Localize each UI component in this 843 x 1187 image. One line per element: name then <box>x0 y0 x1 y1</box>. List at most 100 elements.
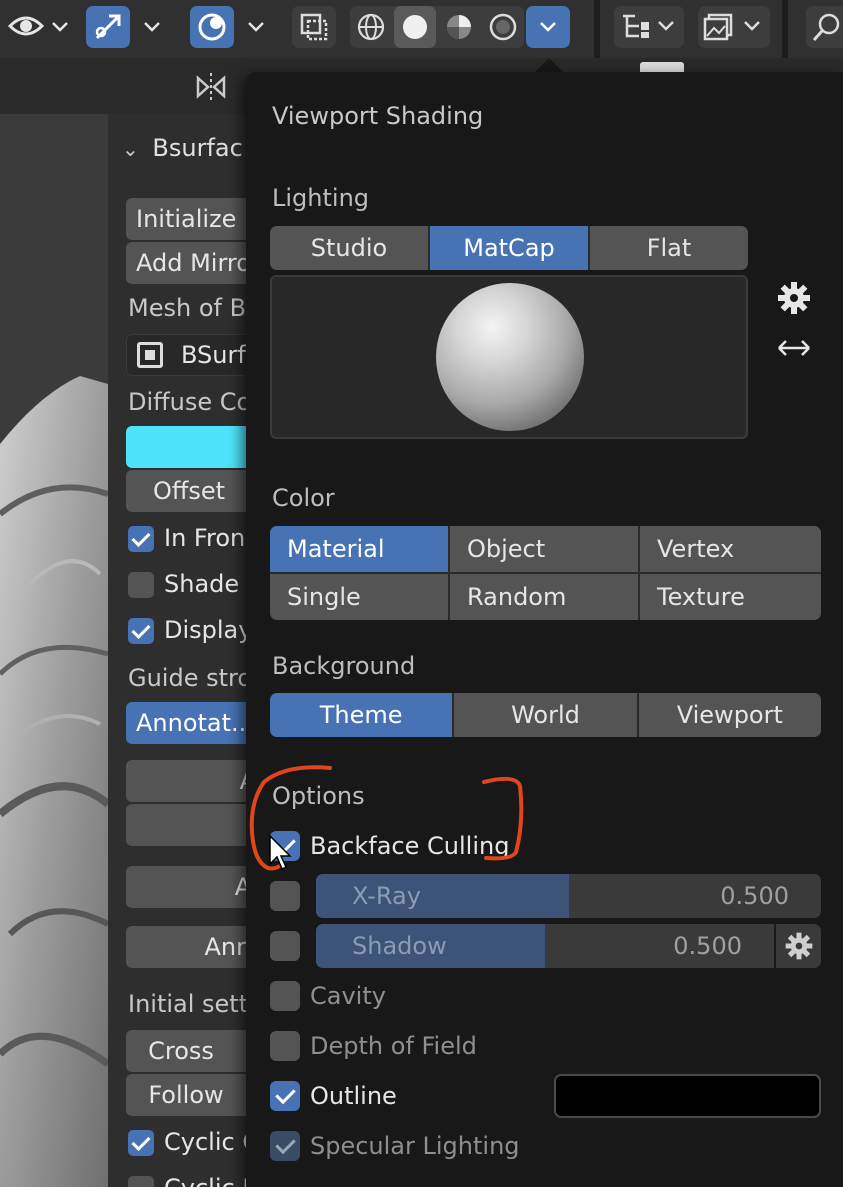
background-option-world[interactable]: World <box>454 693 637 737</box>
add-mirror-button[interactable]: Add Mirro <box>126 242 248 284</box>
color-label: Color <box>272 484 335 512</box>
depth-of-field-row[interactable]: Depth of Field <box>270 1028 477 1064</box>
popover-title: Viewport Shading <box>272 102 484 130</box>
mesh-object-icon <box>137 342 163 368</box>
shade-checkbox[interactable] <box>128 572 154 598</box>
chevron-down-icon: ⌄ <box>122 137 139 161</box>
annotation-button[interactable]: Anno <box>126 926 248 968</box>
rendered-shading-icon[interactable] <box>482 6 524 48</box>
xray-label: X-Ray <box>352 882 421 910</box>
background-option-theme[interactable]: Theme <box>270 693 453 737</box>
follow-label: Follow <box>148 1081 224 1109</box>
mesh-field[interactable]: BSurf <box>126 334 248 376</box>
annotation-label: Anno <box>204 933 248 961</box>
header-divider <box>594 0 600 58</box>
shadow-checkbox[interactable] <box>270 931 300 961</box>
cavity-row[interactable]: Cavity <box>270 978 386 1014</box>
depth-of-field-label: Depth of Field <box>310 1032 477 1060</box>
specular-lighting-checkbox[interactable] <box>270 1131 300 1161</box>
cavity-checkbox[interactable] <box>270 981 300 1011</box>
display-label: Display <box>164 616 248 644</box>
flip-horizontal-icon[interactable] <box>776 334 812 366</box>
backface-culling-row[interactable]: Backface Culling <box>270 828 509 864</box>
background-option-viewport[interactable]: Viewport <box>638 693 821 737</box>
cross-button[interactable]: Cross <box>126 1030 248 1072</box>
offset-label: Offset <box>152 477 226 505</box>
diffuse-color-swatch[interactable] <box>126 426 248 468</box>
guide-button-a[interactable]: A <box>126 760 248 802</box>
initialize-button[interactable]: Initialize ( <box>126 198 248 240</box>
3d-viewport[interactable] <box>0 114 108 1187</box>
panel-header[interactable]: ⌄ Bsurfac <box>122 134 243 162</box>
outline-row[interactable]: Outline <box>270 1078 397 1114</box>
offset-field[interactable]: Offset <box>126 470 248 512</box>
xray-checkbox[interactable] <box>270 881 300 911</box>
lighting-option-flat[interactable]: Flat <box>590 226 748 270</box>
outline-checkbox[interactable] <box>270 1081 300 1111</box>
matcap-sphere <box>436 283 584 431</box>
diffuse-label: Diffuse Co <box>128 388 248 416</box>
chevron-down-icon[interactable] <box>42 6 78 48</box>
search-icon[interactable] <box>806 6 843 48</box>
cavity-label: Cavity <box>310 982 386 1010</box>
follow-button[interactable]: Follow <box>126 1074 248 1116</box>
color-option-material[interactable]: Material <box>270 526 448 572</box>
material-shading-icon[interactable] <box>438 6 480 48</box>
in-front-label: In Fron <box>164 524 246 552</box>
solid-shading-icon[interactable] <box>394 6 436 48</box>
mouse-cursor-icon <box>269 834 292 871</box>
background-selector: Theme World Viewport <box>270 693 821 737</box>
specular-lighting-label: Specular Lighting <box>310 1132 520 1160</box>
in-front-checkbox[interactable] <box>128 526 154 552</box>
popover-arrow <box>535 58 563 72</box>
xray-toggle-icon[interactable] <box>292 6 336 48</box>
lighting-option-studio[interactable]: Studio <box>270 226 428 270</box>
shadow-value: 0.500 <box>673 932 742 960</box>
lighting-option-matcap[interactable]: MatCap <box>430 226 588 270</box>
options-label: Options <box>272 782 365 810</box>
cross-label: Cross <box>148 1037 214 1065</box>
cyclic-2-label: Cyclic I <box>164 1174 248 1187</box>
background-label: Background <box>272 652 416 680</box>
mirror-icon[interactable] <box>194 70 228 108</box>
color-option-random[interactable]: Random <box>450 574 638 620</box>
display-checkbox[interactable] <box>128 618 154 644</box>
outline-color-swatch[interactable] <box>554 1074 821 1118</box>
panel-title: Bsurfac <box>152 134 243 162</box>
guide-button-b[interactable] <box>126 804 248 846</box>
sculpt-mesh-image <box>0 114 108 1187</box>
color-selector: Material Object Vertex Single Random Tex… <box>270 526 821 620</box>
matcap-preview[interactable] <box>270 275 748 439</box>
gizmo-icon[interactable] <box>86 6 130 48</box>
add-annotation-button[interactable]: Ad <box>126 866 248 908</box>
xray-value: 0.500 <box>720 882 789 910</box>
chevron-down-icon[interactable] <box>238 6 274 48</box>
color-option-texture[interactable]: Texture <box>640 574 821 620</box>
specular-lighting-row[interactable]: Specular Lighting <box>270 1128 520 1164</box>
shading-popover-chevron-icon[interactable] <box>526 6 570 48</box>
shadow-row <box>270 928 300 964</box>
chevron-down-icon[interactable] <box>134 6 170 48</box>
overlay-icon[interactable] <box>190 6 234 48</box>
outliner-filter-icon[interactable] <box>614 6 684 48</box>
cyclic-checkbox[interactable] <box>128 1130 154 1156</box>
outline-label: Outline <box>310 1082 397 1110</box>
xray-row <box>270 878 300 914</box>
color-option-single[interactable]: Single <box>270 574 448 620</box>
mesh-value: BSurf <box>181 341 246 369</box>
shadow-settings-gear-icon[interactable] <box>776 924 821 968</box>
color-option-object[interactable]: Object <box>450 526 638 572</box>
sidebar-panel: ⌄ Bsurfac Initialize ( Add Mirro Mesh of… <box>108 114 248 1187</box>
shadow-slider[interactable]: Shadow 0.500 <box>316 924 774 968</box>
color-option-vertex[interactable]: Vertex <box>640 526 821 572</box>
lighting-label: Lighting <box>272 184 370 212</box>
shadow-label: Shadow <box>352 932 447 960</box>
header-divider <box>782 0 788 58</box>
xray-slider[interactable]: X-Ray 0.500 <box>316 874 821 918</box>
depth-of-field-checkbox[interactable] <box>270 1031 300 1061</box>
wireframe-shading-icon[interactable] <box>350 6 392 48</box>
gear-icon[interactable] <box>776 280 812 320</box>
cyclic-2-checkbox[interactable] <box>128 1176 154 1187</box>
annotation-source-dropdown[interactable]: Annotat... <box>126 702 248 744</box>
image-icon[interactable] <box>698 6 770 48</box>
